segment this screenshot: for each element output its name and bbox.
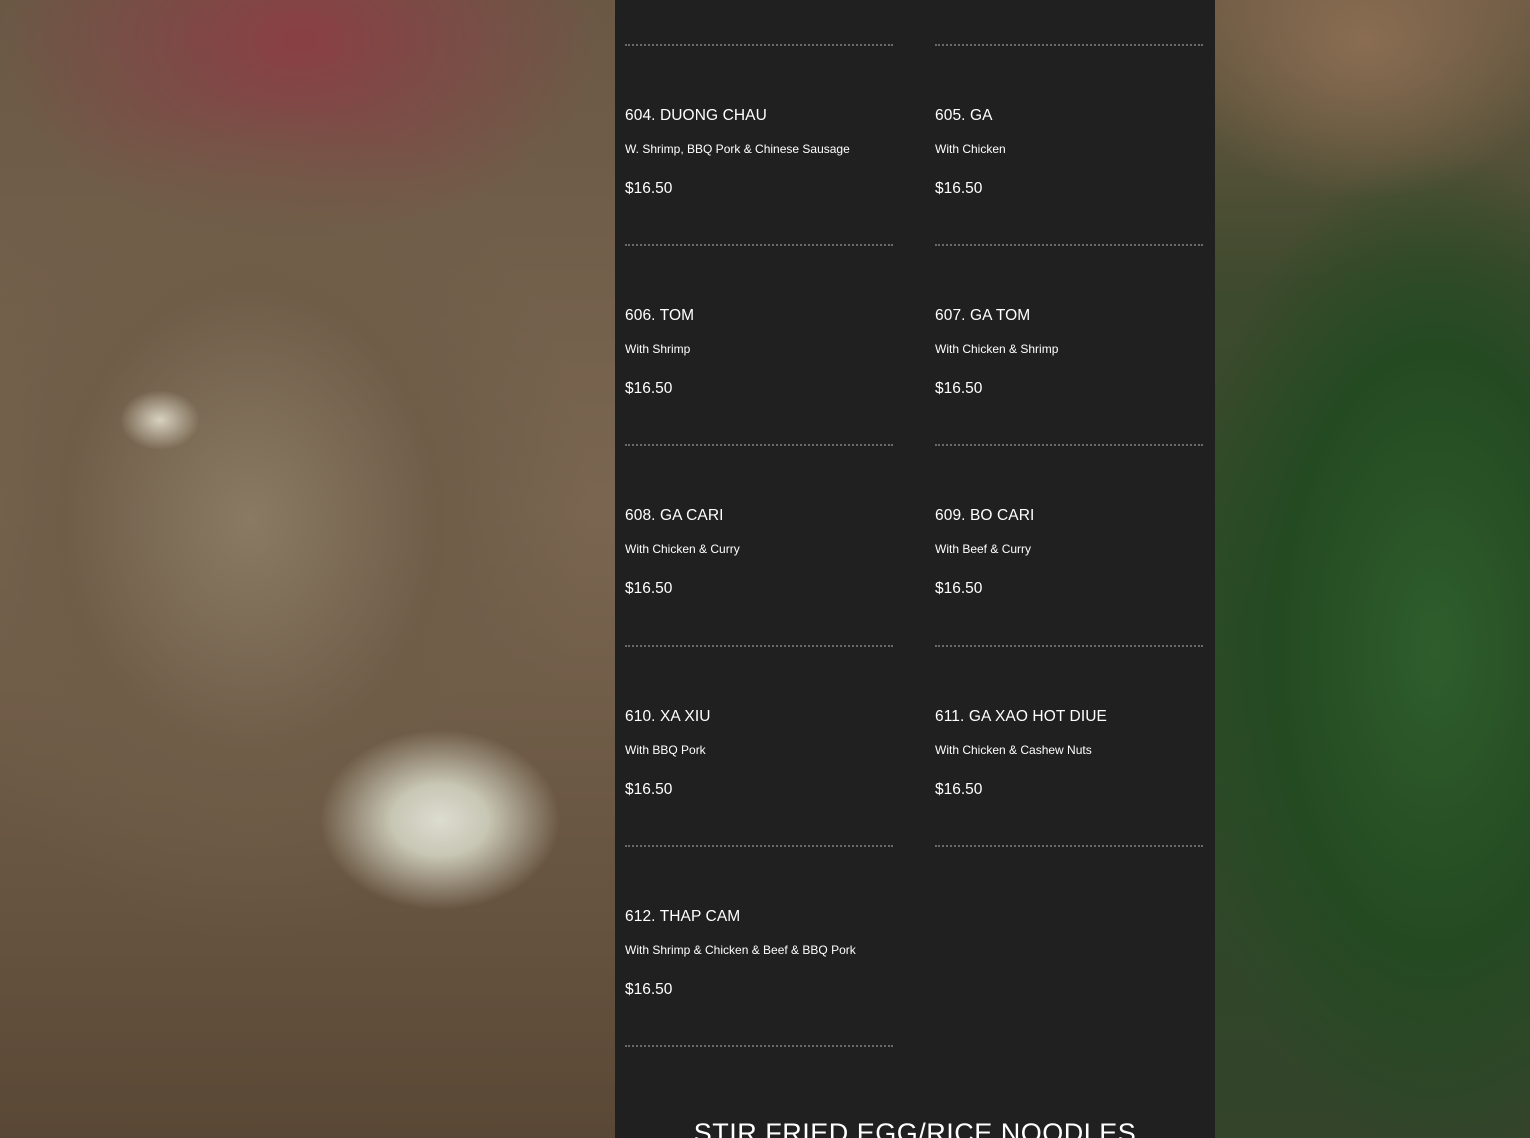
item-description: With Shrimp & Chicken & Beef & BBQ Pork (625, 943, 856, 957)
item-name: 611. GA XAO HOT DIUE (935, 708, 1107, 725)
item-description: With Beef & Curry (935, 542, 1032, 556)
item-divider (935, 244, 1203, 246)
item-price: $16.50 (935, 380, 983, 397)
item-divider (935, 44, 1203, 46)
item-description: With Chicken & Curry (625, 542, 740, 556)
background-image-left (0, 0, 615, 1138)
item-price: $16.50 (935, 580, 983, 597)
item-divider (625, 1045, 893, 1047)
item-description: With Chicken & Shrimp (935, 342, 1059, 356)
item-price: $16.50 (625, 380, 673, 397)
item-price: $16.50 (625, 580, 673, 597)
item-divider (625, 444, 893, 446)
item-name: 604. DUONG CHAU (625, 107, 767, 124)
item-divider (625, 845, 893, 847)
background-image-right (1215, 0, 1530, 1138)
item-name: 610. XA XIU (625, 708, 711, 725)
item-name: 609. BO CARI (935, 507, 1035, 524)
item-divider (935, 845, 1203, 847)
item-name: 608. GA CARI (625, 507, 724, 524)
item-name: 605. GA (935, 107, 993, 124)
item-description: With Chicken (935, 142, 1006, 156)
item-price: $16.50 (625, 981, 673, 998)
item-divider (625, 645, 893, 647)
item-divider (935, 645, 1203, 647)
item-description: With Shrimp (625, 342, 691, 356)
menu-panel: 604. DUONG CHAU W. Shrimp, BBQ Pork & Ch… (615, 0, 1215, 1138)
item-description: With BBQ Pork (625, 743, 706, 757)
item-price: $16.50 (625, 180, 673, 197)
item-divider (625, 244, 893, 246)
item-price: $16.50 (935, 781, 983, 798)
item-divider (625, 44, 893, 46)
item-description: With Chicken & Cashew Nuts (935, 743, 1092, 757)
item-divider (935, 444, 1203, 446)
item-name: 612. THAP CAM (625, 908, 741, 925)
item-name: 606. TOM (625, 307, 695, 324)
item-name: 607. GA TOM (935, 307, 1031, 324)
section-title: STIR FRIED EGG/RICE NOODLES (693, 1118, 1137, 1138)
item-price: $16.50 (935, 180, 983, 197)
item-price: $16.50 (625, 781, 673, 798)
item-description: W. Shrimp, BBQ Pork & Chinese Sausage (625, 142, 850, 156)
